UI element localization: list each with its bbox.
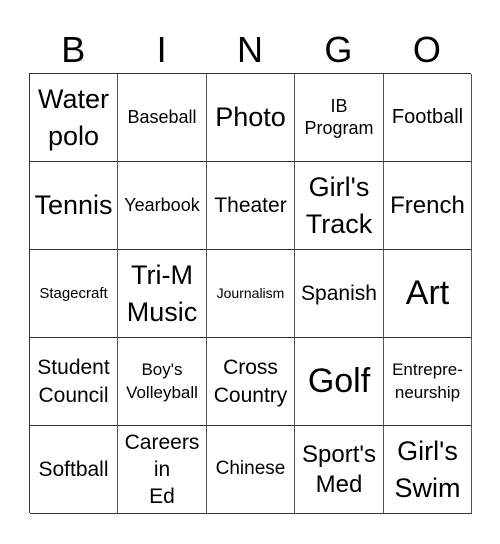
bingo-header: B I N G O <box>29 28 471 72</box>
cell-label: Photo <box>215 102 286 133</box>
cell-label: Girl's Track <box>305 172 373 239</box>
cell-label: Baseball <box>127 106 197 127</box>
bingo-cell[interactable]: Girl's Swim <box>384 426 472 514</box>
cell-label: Stagecraft <box>39 284 108 302</box>
cell-label: Chinese <box>215 458 286 480</box>
cell-label: Sport's Med <box>302 440 376 498</box>
header-letter-n: N <box>237 29 264 70</box>
bingo-cell[interactable]: Softball <box>30 426 118 514</box>
bingo-cell[interactable]: Football <box>384 74 472 162</box>
bingo-cell[interactable]: Art <box>384 250 472 338</box>
bingo-cell[interactable]: Cross Country <box>207 338 295 426</box>
cell-label: IB Program <box>304 95 374 138</box>
header-letter-g: G <box>324 29 353 70</box>
bingo-cell[interactable]: French <box>384 162 472 250</box>
bingo-grid: Water polo Baseball Photo IB Program Foo… <box>29 73 472 514</box>
cell-label: Girl's Swim <box>394 436 461 503</box>
cell-label: Cross Country <box>213 356 288 407</box>
cell-label: Golf <box>307 361 371 400</box>
bingo-cell[interactable]: Golf <box>295 338 384 426</box>
bingo-cell[interactable]: Baseball <box>118 74 207 162</box>
bingo-cell[interactable]: Spanish <box>295 250 384 338</box>
bingo-cell[interactable]: Girl's Track <box>295 162 384 250</box>
cell-label: Boy's Volleyball <box>126 359 198 402</box>
bingo-cell[interactable]: Chinese <box>207 426 295 514</box>
bingo-cell[interactable]: Careers in Ed <box>118 426 207 514</box>
cell-label: Yearbook <box>124 194 200 215</box>
bingo-cell[interactable]: Theater <box>207 162 295 250</box>
cell-label: Tri-M Music <box>126 260 198 327</box>
bingo-cell[interactable]: Sport's Med <box>295 426 384 514</box>
bingo-cell[interactable]: Entrepre- neurship <box>384 338 472 426</box>
cell-label: Football <box>391 106 464 128</box>
header-letter-b: B <box>61 29 86 70</box>
cell-label: Careers in Ed <box>124 430 200 509</box>
cell-label: Journalism <box>216 284 285 301</box>
bingo-cell[interactable]: Boy's Volleyball <box>118 338 207 426</box>
cell-label: Softball <box>38 457 109 481</box>
bingo-cell[interactable]: Water polo <box>30 74 118 162</box>
bingo-cell[interactable]: Stagecraft <box>30 250 118 338</box>
bingo-cell[interactable]: Journalism <box>207 250 295 338</box>
cell-label: Water polo <box>37 84 109 151</box>
bingo-cell[interactable]: Yearbook <box>118 162 207 250</box>
bingo-cell[interactable]: Tri-M Music <box>118 250 207 338</box>
bingo-cell[interactable]: Student Council <box>30 338 118 426</box>
cell-label: French <box>390 191 465 219</box>
cell-label: Theater <box>214 193 287 217</box>
cell-label: Tennis <box>34 190 113 221</box>
cell-label: Entrepre- neurship <box>392 360 463 402</box>
cell-label: Art <box>405 273 450 312</box>
bingo-cell[interactable]: IB Program <box>295 74 384 162</box>
header-letter-o: O <box>412 29 441 70</box>
cell-label: Student Council <box>37 356 110 407</box>
bingo-cell[interactable]: Photo <box>207 74 295 162</box>
cell-label: Spanish <box>301 281 377 305</box>
header-letter-i: I <box>156 29 167 70</box>
bingo-cell[interactable]: Tennis <box>30 162 118 250</box>
